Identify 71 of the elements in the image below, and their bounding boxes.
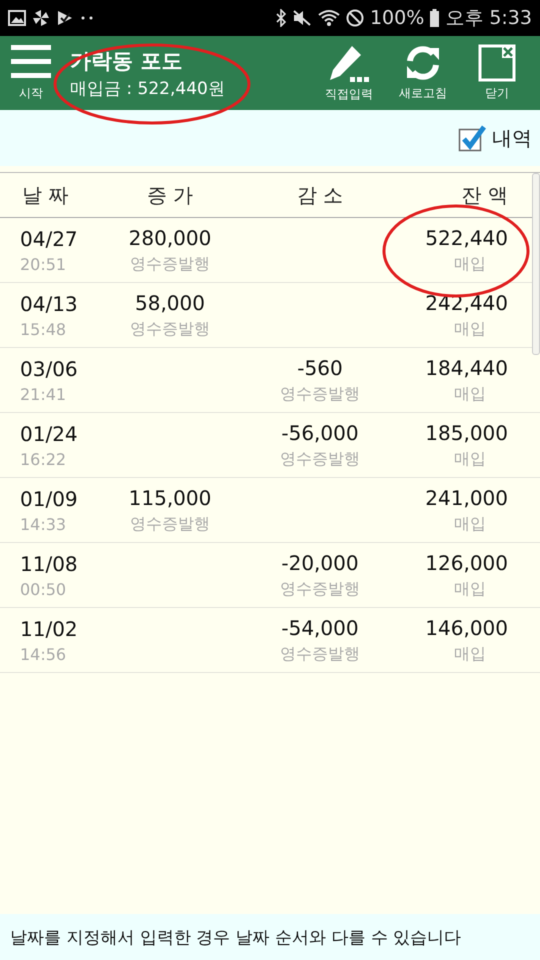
receipt-note: 영수증발행 [280,448,360,470]
purchase-total: 매입금 : 522,440원 [70,78,226,100]
increase-amount: 280,000 [128,226,212,250]
increase-amount: 58,000 [135,290,205,314]
balance-amount: 146,000 [425,616,508,640]
time-cell: 15:48 [20,320,66,338]
history-checkbox[interactable]: 내역 [458,124,532,152]
store-title: 가락동 포도 [70,48,184,74]
time-cell: 16:22 [20,450,66,468]
type-note: 매입 [454,644,486,664]
pinwheel-icon [32,9,50,27]
balance-amount: 185,000 [425,420,508,444]
type-note: 매입 [454,514,486,534]
refresh-button[interactable]: 새로고침 [386,44,460,102]
date-cell: 11/02 [20,616,78,640]
time-cell: 21:41 [20,384,66,404]
time-cell: 00:50 [20,580,66,598]
type-note: 매입 [454,318,486,340]
date-cell: 04/13 [20,292,78,316]
clock: 오후 5:33 [445,6,532,31]
mute-icon [292,9,312,27]
increase-amount: 115,000 [128,486,212,510]
date-cell: 03/06 [20,356,78,380]
column-header: 감 소 [296,182,344,208]
date-cell: 01/09 [20,486,78,510]
column-header: 증 가 [146,182,194,208]
date-cell: 01/24 [20,422,78,446]
decrease-amount: -20,000 [281,550,359,574]
date-cell: 04/27 [20,226,78,250]
decrease-amount: -560 [297,356,343,380]
blocked-icon [346,9,364,27]
decrease-amount: -54,000 [281,616,359,640]
type-note: 매입 [454,448,486,470]
decrease-amount: -56,000 [281,420,359,444]
receipt-note: 영수증발행 [280,384,360,404]
type-note: 매입 [454,384,486,404]
direct-input-button[interactable]: 직접입력 [312,43,386,103]
receipt-note: 영수증발행 [130,318,210,340]
time-cell: 14:56 [20,644,66,664]
footer-note: 날짜를 지정해서 입력한 경우 날짜 순서와 다를 수 있습니다 [10,926,462,948]
scrollbar[interactable] [532,173,540,355]
column-header: 날 짜 [21,182,70,208]
refresh-icon [404,44,442,82]
balance-amount: 522,440 [425,226,508,250]
balance-amount: 126,000 [425,550,508,574]
receipt-note: 영수증발행 [280,578,360,600]
wifi-icon [318,9,340,27]
balance-amount: 241,000 [425,486,508,510]
menu-button[interactable]: 시작 [8,44,54,102]
receipt-note: 영수증발행 [280,644,360,664]
receipt-note: 영수증발행 [130,254,210,274]
menu-icon [11,44,51,78]
date-cell: 11/08 [20,552,78,576]
column-header: 잔 액 [460,182,509,208]
bluetooth-icon [276,9,286,27]
pencil-icon [328,43,370,83]
battery-percent: 100% [370,7,424,29]
time-cell: 20:51 [20,254,66,274]
check-flag-icon [56,9,74,27]
balance-amount: 242,440 [425,290,508,314]
type-note: 매입 [454,254,486,274]
checkmark-icon [458,124,486,152]
close-window-icon [478,44,516,82]
type-note: 매입 [454,578,486,600]
balance-amount: 184,440 [425,356,508,380]
battery-icon [430,9,440,27]
time-cell: 14:33 [20,514,66,534]
more-dots-icon [80,16,94,20]
receipt-note: 영수증발행 [130,514,210,534]
close-button[interactable]: 닫기 [460,44,534,102]
gallery-icon [8,10,26,26]
